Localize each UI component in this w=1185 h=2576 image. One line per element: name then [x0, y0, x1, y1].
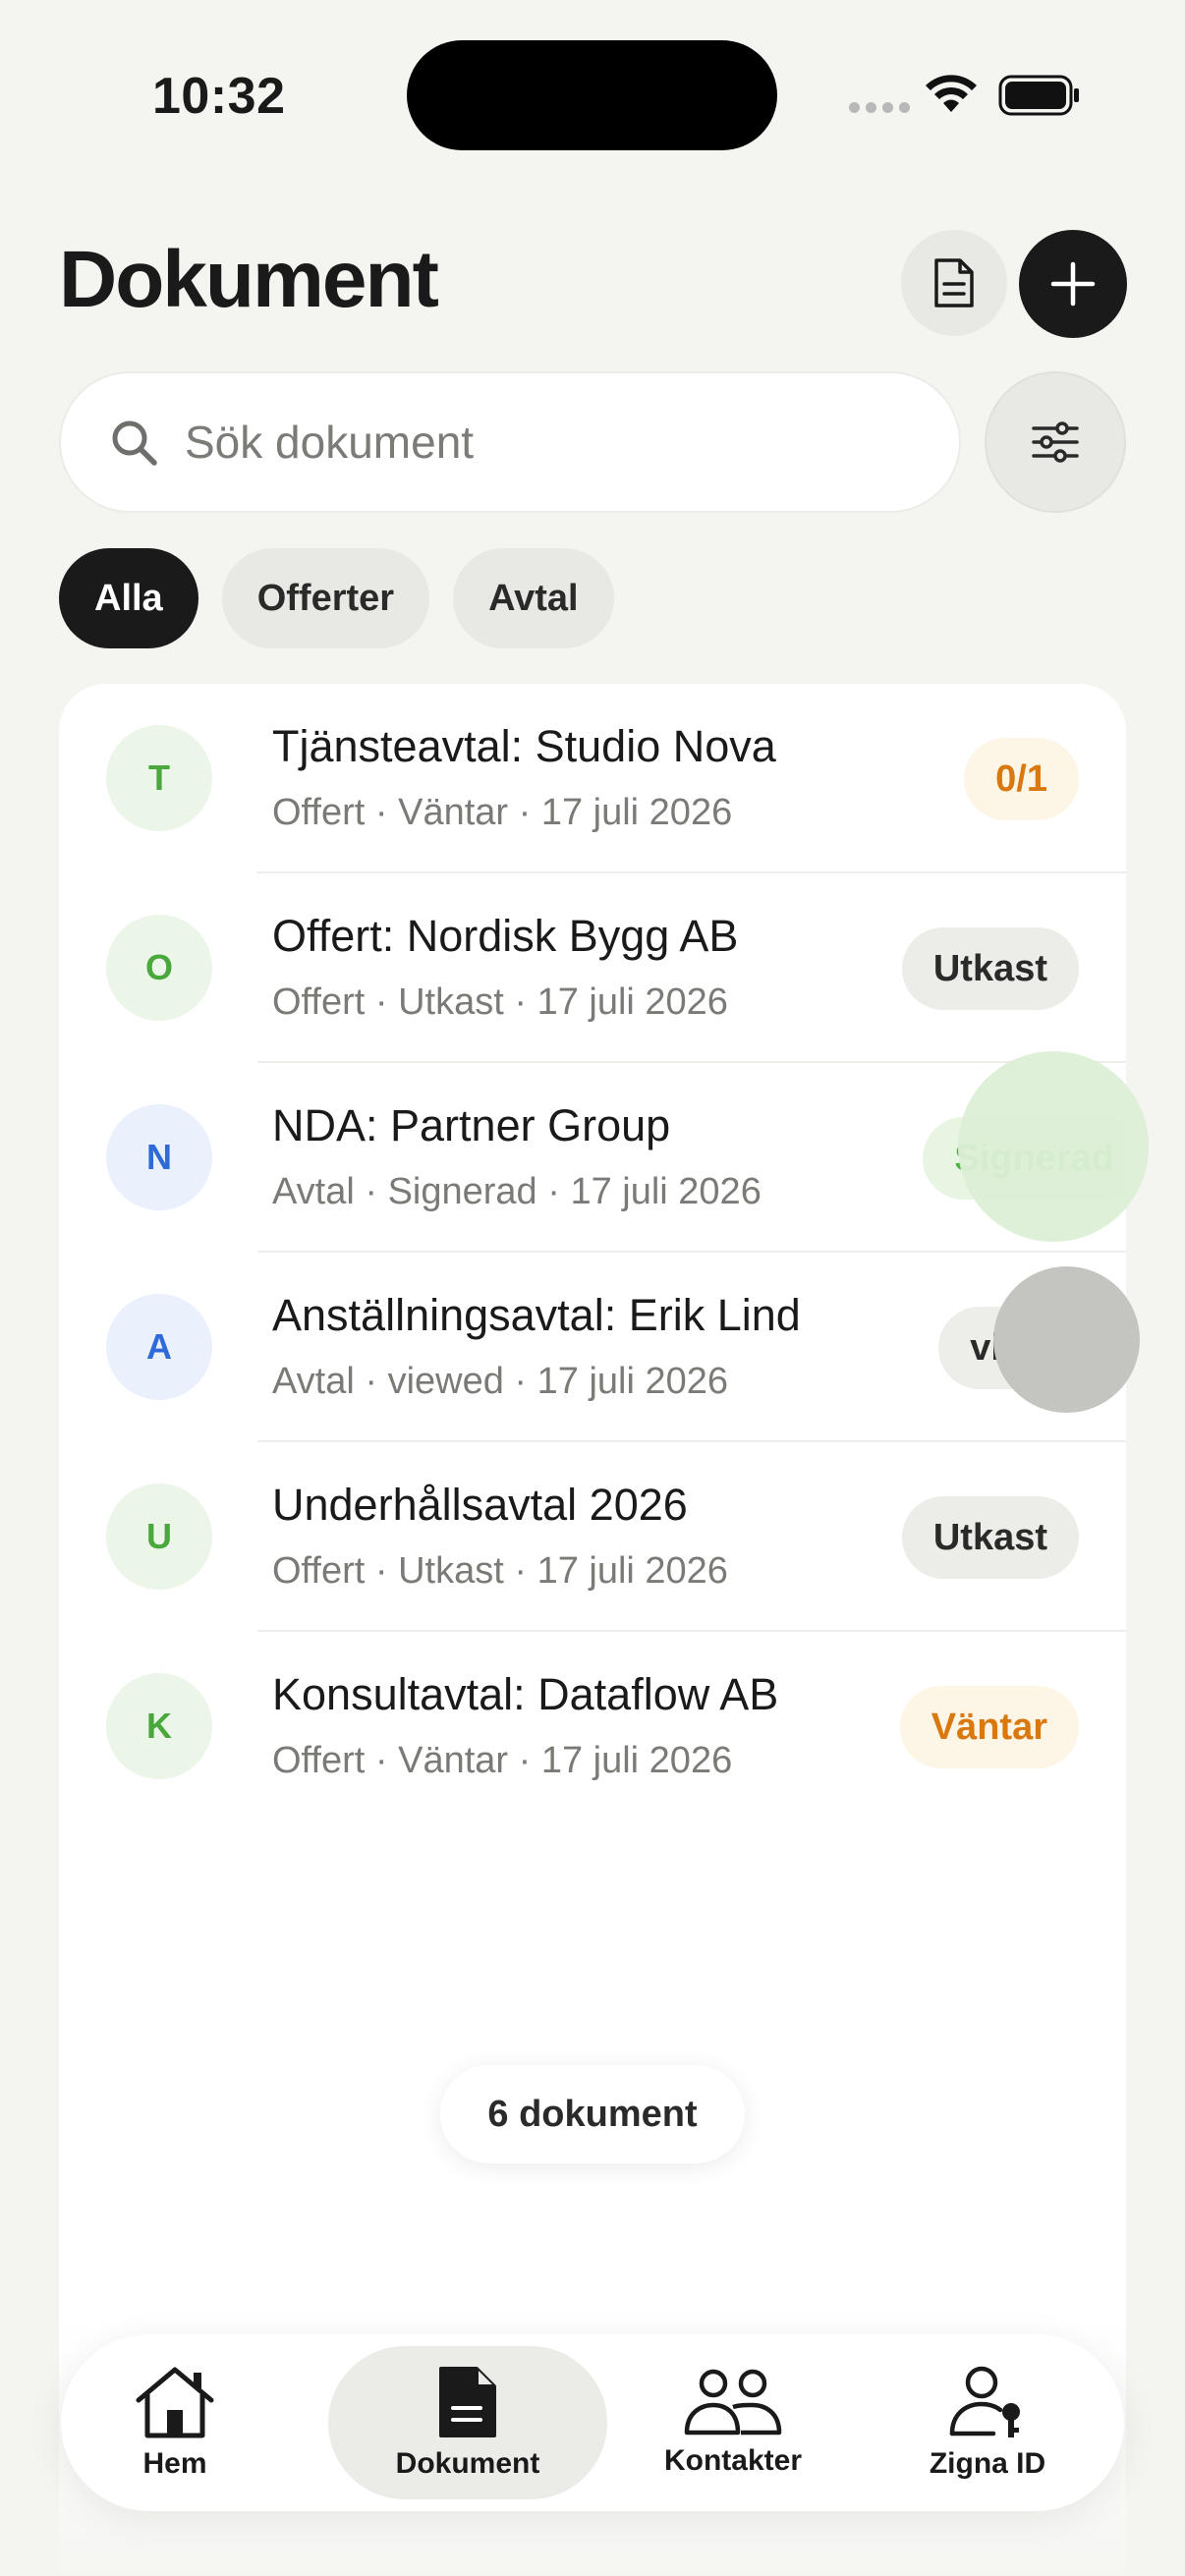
search-icon	[112, 420, 157, 466]
avatar: U	[106, 1484, 212, 1590]
document-list: T Tjänsteavtal: Studio Nova Offert · Vän…	[59, 684, 1126, 2576]
document-title: Tjänsteavtal: Studio Nova	[272, 721, 776, 771]
chip-offers[interactable]: Offerter	[221, 548, 430, 648]
document-row[interactable]: A Anställningsavtal: Erik Lind Avtal · v…	[59, 1253, 1126, 1442]
document-subtitle: Avtal · viewed · 17 juli 2026	[272, 1361, 728, 1402]
tab-home[interactable]: Hem	[86, 2346, 263, 2499]
add-document-button[interactable]	[1019, 230, 1127, 338]
touch-indicator	[958, 1051, 1149, 1242]
filter-button[interactable]	[985, 371, 1126, 513]
document-icon	[934, 258, 974, 308]
status-badge: Väntar	[899, 1686, 1079, 1768]
chip-contracts[interactable]: Avtal	[453, 548, 614, 648]
document-icon	[439, 2367, 496, 2437]
tab-documents[interactable]: Dokument	[328, 2346, 607, 2499]
touch-indicator	[993, 1266, 1140, 1413]
document-button[interactable]	[901, 230, 1007, 336]
avatar: N	[106, 1104, 212, 1210]
plus-icon	[1050, 261, 1096, 307]
person-key-icon	[949, 2366, 1020, 2437]
document-title: NDA: Partner Group	[272, 1100, 671, 1150]
search-input[interactable]	[185, 373, 931, 511]
document-count: 6 dokument	[440, 2065, 745, 2163]
tab-label: Hem	[142, 2447, 207, 2480]
document-row[interactable]: T Tjänsteavtal: Studio Nova Offert · Vän…	[59, 684, 1126, 873]
search-bar[interactable]	[59, 371, 961, 513]
tab-label: Dokument	[395, 2447, 540, 2480]
tab-zigna-id[interactable]: Zigna ID	[884, 2346, 1091, 2499]
tab-contacts[interactable]: Kontakter	[625, 2346, 841, 2499]
tab-label: Kontakter	[663, 2444, 803, 2477]
home-icon	[136, 2367, 214, 2438]
document-title: Anställningsavtal: Erik Lind	[272, 1290, 801, 1340]
contacts-icon	[684, 2369, 782, 2436]
avatar: T	[106, 725, 212, 831]
dynamic-island	[407, 40, 777, 150]
document-subtitle: Avtal · Signerad · 17 juli 2026	[272, 1171, 762, 1212]
tab-label: Zigna ID	[929, 2447, 1046, 2480]
document-title: Underhållsavtal 2026	[272, 1480, 688, 1530]
document-subtitle: Offert · Väntar · 17 juli 2026	[272, 1740, 733, 1781]
document-title: Offert: Nordisk Bygg AB	[272, 911, 739, 961]
avatar: A	[106, 1294, 212, 1400]
status-badge: Utkast	[901, 1496, 1079, 1579]
battery-icon	[998, 75, 1081, 121]
document-row[interactable]: K Konsultavtal: Dataflow AB Offert · Vän…	[59, 1632, 1126, 1821]
document-subtitle: Offert · Utkast · 17 juli 2026	[272, 1550, 728, 1592]
status-badge: 0/1	[964, 738, 1079, 820]
avatar: K	[106, 1673, 212, 1779]
document-subtitle: Offert · Väntar · 17 juli 2026	[272, 792, 733, 833]
avatar: O	[106, 915, 212, 1021]
sliders-icon	[1032, 421, 1079, 463]
document-row[interactable]: U Underhållsavtal 2026 Offert · Utkast ·…	[59, 1442, 1126, 1632]
status-bar: 10:32	[0, 0, 1185, 187]
document-row[interactable]: O Offert: Nordisk Bygg AB Offert · Utkas…	[59, 873, 1126, 1063]
wifi-icon	[924, 73, 979, 119]
document-subtitle: Offert · Utkast · 17 juli 2026	[272, 981, 728, 1023]
page-title: Dokument	[59, 235, 439, 324]
chip-all[interactable]: Alla	[59, 548, 198, 648]
status-time: 10:32	[152, 68, 286, 125]
filter-chips: Alla Offerter Avtal	[59, 548, 614, 648]
status-badge: Utkast	[901, 927, 1079, 1010]
tab-bar: Hem Dokument Kontakter Zigna ID	[61, 2334, 1124, 2511]
cellular-dots-icon	[849, 102, 910, 113]
document-title: Konsultavtal: Dataflow AB	[272, 1669, 779, 1719]
